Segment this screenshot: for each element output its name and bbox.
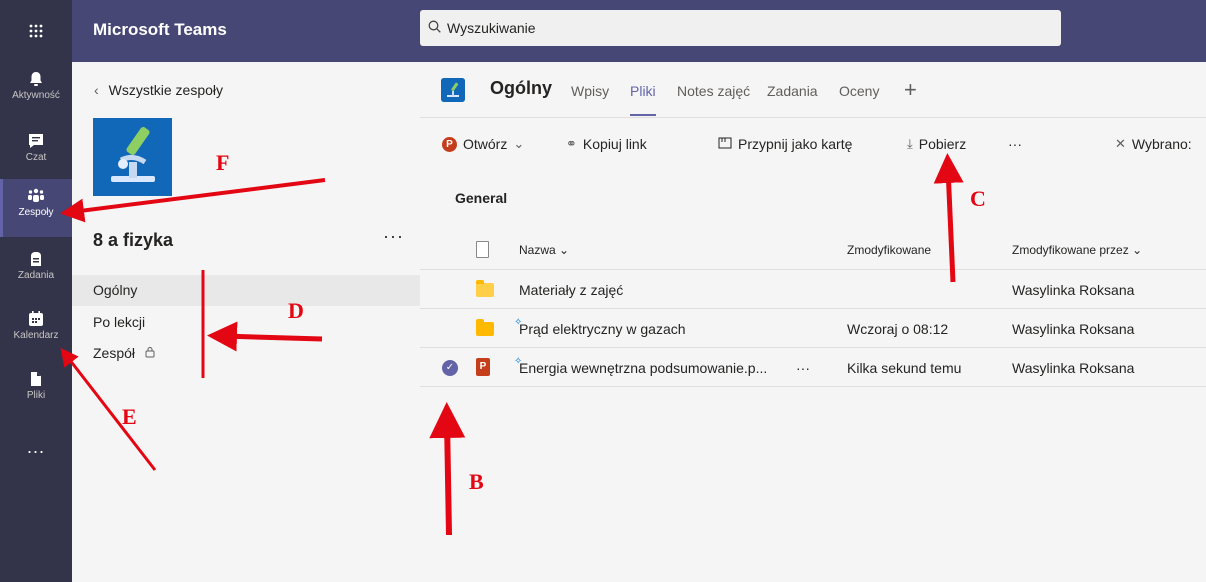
file-modified-by: Wasylinka Roksana (1012, 321, 1135, 337)
file-modified-by: Wasylinka Roksana (1012, 360, 1135, 376)
chevron-down-icon: ⌄ (513, 136, 525, 151)
file-name[interactable]: Prąd elektryczny w gazach (519, 321, 686, 337)
rail-label-chat: Czat (25, 152, 47, 163)
open-label: Otwórz (463, 136, 508, 152)
search-input[interactable]: Wyszukiwanie (420, 10, 1061, 46)
rail-item-files[interactable]: Pliki (0, 362, 72, 420)
shared-folder-icon (476, 280, 494, 297)
folder-breadcrumb: General (455, 190, 508, 206)
rail-label-assignments: Zadania (17, 270, 55, 281)
chevron-down-icon: ⌄ (1132, 243, 1143, 257)
column-name-label: Nazwa (519, 243, 556, 257)
link-icon: ⚭ (566, 136, 577, 151)
annotation-d: D (288, 298, 304, 323)
assignments-icon (31, 252, 41, 266)
tab-posts[interactable]: Wpisy (571, 83, 609, 99)
bell-icon (30, 72, 42, 86)
channel-team-private[interactable]: Zespół (72, 338, 420, 369)
files-toolbar: P Otwórz ⌄ ⚭ Kopiuj link Przypnij jako k… (420, 119, 1206, 167)
tab-grades[interactable]: Oceny (839, 83, 879, 99)
add-tab-button[interactable]: + (904, 77, 917, 103)
channel-content: Ogólny Wpisy Pliki Notes zajęć Zadania O… (420, 62, 1206, 582)
download-label: Pobierz (918, 136, 967, 152)
channel-label: Ogólny (93, 282, 138, 298)
rail-item-teams[interactable]: Zespoły (0, 179, 72, 237)
rail-item-activity[interactable]: Aktywność (0, 62, 72, 120)
tab-assignments[interactable]: Zadania (767, 83, 818, 99)
app-launcher-icon[interactable] (0, 0, 72, 62)
table-row[interactable]: Materiały z zajęć Wasylinka Roksana (420, 271, 1206, 309)
team-more-options-icon[interactable]: ··· (383, 226, 404, 247)
table-row-selected[interactable]: ✓ P ✧ Energia wewnętrzna podsumowanie.p.… (420, 349, 1206, 387)
chevron-down-icon: ⌄ (559, 243, 570, 257)
channel-label: Zespół (93, 345, 136, 361)
back-label: Wszystkie zespoły (108, 82, 224, 98)
table-row[interactable]: ✧ Prąd elektryczny w gazach Wczoraj o 08… (420, 310, 1206, 348)
download-icon: ⤓ (907, 136, 913, 151)
selected-label: Wybrano: (1131, 136, 1192, 152)
rail-item-chat[interactable]: Czat (0, 124, 72, 182)
annotation-e: E (122, 404, 137, 429)
pin-as-tab-button[interactable]: Przypnij jako kartę (718, 136, 852, 152)
copy-link-label: Kopiuj link (582, 136, 647, 152)
lock-icon (145, 345, 155, 361)
channel-team-icon (441, 78, 465, 102)
file-name[interactable]: Energia wewnętrzna podsumowanie.p... (519, 360, 767, 376)
close-icon: ✕ (1115, 136, 1126, 151)
rail-label-files: Pliki (26, 390, 46, 401)
column-modified[interactable]: Zmodyfikowane (847, 243, 931, 257)
chevron-left-icon: ‹ (94, 82, 99, 98)
annotation-c: C (970, 186, 986, 211)
annotation-b: B (469, 469, 484, 494)
rail-label-activity: Aktywność (12, 90, 60, 101)
team-logo-microscope (93, 118, 172, 196)
more-apps-icon[interactable]: ... (0, 437, 72, 495)
file-modified: Wczoraj o 08:12 (847, 321, 949, 337)
channel-title: Ogólny (490, 78, 552, 98)
file-name[interactable]: Materiały z zajęć (519, 282, 623, 298)
app-rail: Aktywność Czat Zespoły Zadania Kalendarz… (0, 62, 72, 582)
app-title: Microsoft Teams (93, 20, 227, 39)
back-to-teams[interactable]: ‹ Wszystkie zespoły (94, 82, 223, 98)
powerpoint-icon: P (442, 136, 457, 152)
channel-header: Ogólny Wpisy Pliki Notes zajęć Zadania O… (420, 62, 1206, 118)
rail-item-calendar[interactable]: Kalendarz (0, 302, 72, 360)
file-type-icon (476, 241, 489, 258)
teams-icon (28, 188, 44, 202)
pin-tab-icon (718, 137, 732, 152)
table-header: Nazwa ⌄ Zmodyfikowane Zmodyfikowane prze… (420, 232, 1206, 270)
rail-item-assignments[interactable]: Zadania (0, 242, 72, 300)
chat-icon (29, 134, 43, 148)
channel-label: Po lekcji (93, 314, 146, 330)
powerpoint-file-icon: P (476, 358, 490, 376)
search-placeholder: Wyszukiwanie (447, 20, 536, 36)
rail-label-teams: Zespoły (18, 207, 54, 218)
more-label: ··· (1008, 136, 1022, 152)
file-modified-by: Wasylinka Roksana (1012, 282, 1135, 298)
channel-general[interactable]: Ogólny (72, 275, 420, 306)
toolbar-more-icon[interactable]: ··· (1008, 136, 1022, 152)
calendar-icon (29, 311, 43, 326)
team-name: 8 a fizyka (93, 230, 174, 250)
search-icon (428, 20, 441, 37)
rail-label-calendar: Kalendarz (13, 330, 59, 341)
row-more-icon[interactable]: ··· (796, 360, 810, 376)
channel-after-lesson[interactable]: Po lekcji (72, 307, 420, 338)
tab-class-notebook[interactable]: Notes zajęć (677, 83, 750, 99)
column-modified-by[interactable]: Zmodyfikowane przez ⌄ (1012, 243, 1142, 257)
selected-count[interactable]: ✕ Wybrano: (1115, 136, 1192, 152)
pin-label: Przypnij jako kartę (738, 136, 853, 152)
copy-link-button[interactable]: ⚭ Kopiuj link (566, 136, 647, 152)
team-panel: ‹ Wszystkie zespoły 8 a fizyka ··· Ogólny… (72, 62, 420, 582)
open-button[interactable]: P Otwórz ⌄ (442, 136, 524, 152)
column-modified-by-label: Zmodyfikowane przez (1012, 243, 1129, 257)
download-button[interactable]: ⤓ Pobierz (907, 136, 966, 152)
folder-icon (476, 319, 494, 336)
file-modified: Kilka sekund temu (847, 360, 962, 376)
column-name[interactable]: Nazwa ⌄ (519, 243, 569, 257)
tab-files[interactable]: Pliki (630, 83, 656, 116)
files-icon (31, 372, 41, 386)
annotation-f: F (216, 150, 230, 175)
checkmark-icon[interactable]: ✓ (442, 360, 458, 376)
